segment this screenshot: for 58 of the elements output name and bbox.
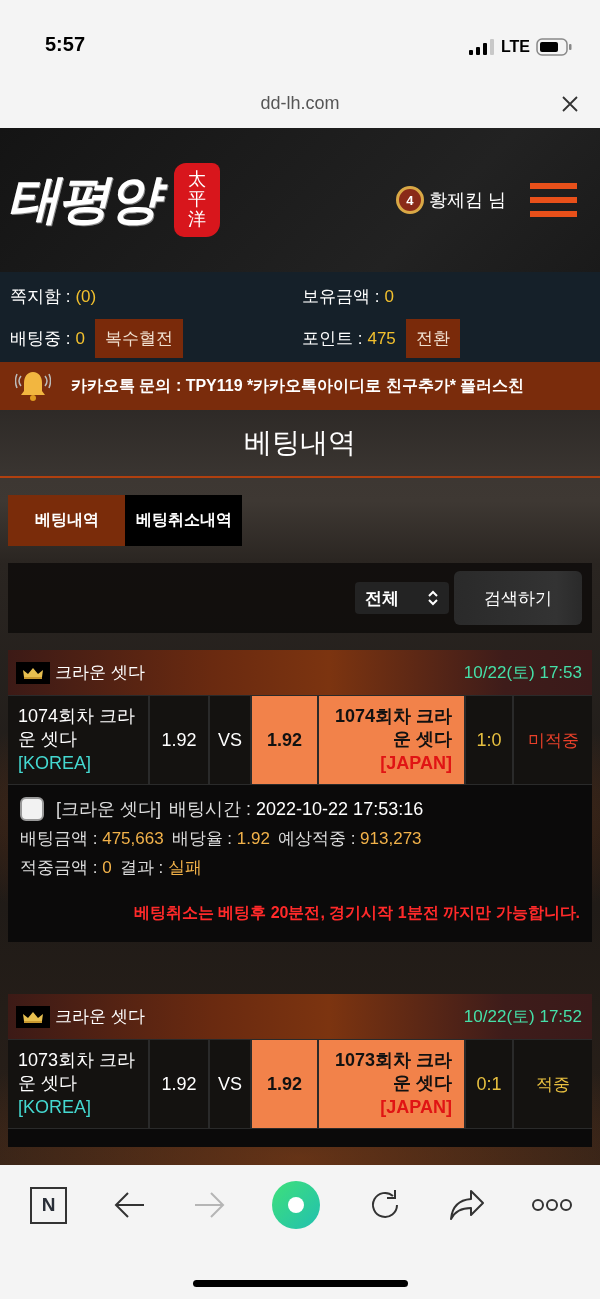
filter-select[interactable]: 전체 <box>355 582 449 614</box>
checkbox[interactable] <box>20 797 44 821</box>
account-field: 배팅중 : 0 <box>10 326 85 350</box>
info-field: 배당율 : 1.92 <box>171 827 270 850</box>
logo-seal: 太平洋 <box>174 163 220 237</box>
bell-icon <box>15 370 51 402</box>
result-cell: 미적중 <box>514 696 592 784</box>
url-text[interactable]: dd-lh.com <box>260 92 340 114</box>
info-field: 예상적중 : 913,273 <box>277 827 422 850</box>
result-cell: 적중 <box>514 1040 592 1128</box>
network-label: LTE <box>500 38 530 56</box>
away-team-cell[interactable]: 1073회차 크라운 셋다 [JAPAN] <box>319 1040 464 1128</box>
logo-text[interactable]: 태평양 <box>8 165 168 235</box>
vs-cell: VS <box>210 696 250 784</box>
away-odds-cell[interactable]: 1.92 <box>252 1040 317 1128</box>
account-field: 포인트 : 475 <box>302 326 396 350</box>
account-button[interactable]: 복수혈전 <box>94 318 183 358</box>
tab[interactable]: 베팅내역 <box>8 495 125 546</box>
info-field: 결과 : 실패 <box>119 856 202 879</box>
game-tag: [크라운 셋다] <box>56 797 161 821</box>
account-field: 쪽지함 : (0) <box>10 284 97 308</box>
close-icon[interactable] <box>562 96 578 112</box>
status-time: 5:57 <box>45 33 86 56</box>
info-field: 배팅시간 : 2022-10-22 17:53:16 <box>169 797 424 821</box>
notice-text: 카카오톡 문의 : TPY119 *카카오톡아이디로 친구추가* 플러스친 <box>71 375 525 396</box>
bet-date: 10/22(토) 17:52 <box>463 1006 582 1028</box>
away-team-cell[interactable]: 1074회차 크라운 셋다 [JAPAN] <box>319 696 464 784</box>
share-icon[interactable] <box>448 1189 485 1221</box>
search-button[interactable]: 검색하기 <box>454 571 582 625</box>
crown-icon <box>16 1005 50 1028</box>
score-cell: 1:0 <box>466 696 512 784</box>
more-icon[interactable] <box>531 1199 572 1211</box>
account-field: 보유금액 : 0 <box>302 284 394 308</box>
cancel-warning: 베팅취소는 베팅후 20분전, 경기시작 1분전 까지만 가능합니다. <box>132 903 580 923</box>
menu-icon[interactable] <box>530 183 577 217</box>
n-logo-button[interactable]: N <box>30 1186 67 1224</box>
away-odds-cell[interactable]: 1.92 <box>252 696 317 784</box>
page-title: 베팅내역 <box>0 410 600 478</box>
bet-date: 10/22(토) 17:53 <box>463 662 582 684</box>
back-icon[interactable] <box>114 1191 147 1219</box>
info-field: 적중금액 : 0 <box>20 856 112 879</box>
account-button[interactable]: 전환 <box>405 318 460 358</box>
crown-icon <box>16 661 50 684</box>
home-odds-cell[interactable]: 1.92 <box>150 1040 208 1128</box>
vs-cell: VS <box>210 1040 250 1128</box>
home-team-cell[interactable]: 1074회차 크라운 셋다 [KOREA] <box>8 696 148 784</box>
home-odds-cell[interactable]: 1.92 <box>150 696 208 784</box>
chevron-icon <box>427 590 439 606</box>
game-name: 크라운 셋다 <box>55 1006 145 1028</box>
user-name: 황제킴 님 <box>429 189 506 212</box>
home-team-cell[interactable]: 1073회차 크라운 셋다 [KOREA] <box>8 1040 148 1128</box>
info-field: 배팅금액 : 475,663 <box>20 827 164 850</box>
score-cell: 0:1 <box>466 1040 512 1128</box>
level-badge: 4 <box>396 186 424 214</box>
game-name: 크라운 셋다 <box>55 662 145 684</box>
tab[interactable]: 베팅취소내역 <box>125 495 242 546</box>
battery-icon <box>536 38 572 56</box>
signal-icon <box>468 39 495 55</box>
